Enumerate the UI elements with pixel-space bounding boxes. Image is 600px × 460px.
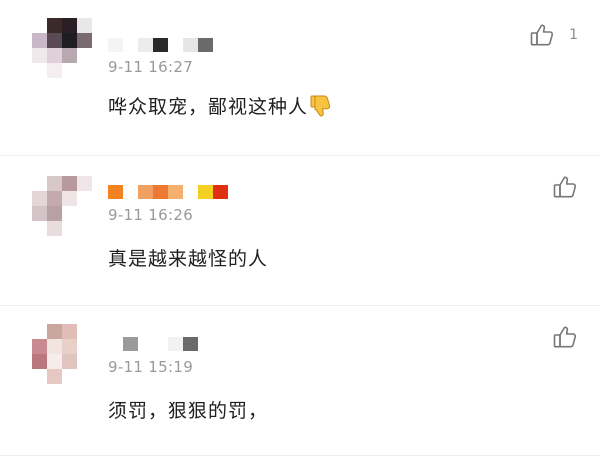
avatar-mosaic-tile xyxy=(62,18,77,33)
comment-text: 真是越来越怪的人 xyxy=(108,248,269,270)
thumbs-down-emoji-icon xyxy=(310,95,331,116)
avatar[interactable] xyxy=(32,18,92,78)
username-mosaic-block xyxy=(168,337,183,351)
like-button[interactable] xyxy=(552,324,578,350)
username-mosaic-block xyxy=(168,38,183,52)
comment-timestamp: 9-11 16:27 xyxy=(108,58,194,76)
avatar-mosaic-tile xyxy=(62,176,77,191)
avatar-mosaic-tile xyxy=(47,48,62,63)
avatar-mosaic-tile xyxy=(62,33,77,48)
avatar-mosaic-tile xyxy=(32,48,47,63)
avatar-mosaic-tile xyxy=(47,33,62,48)
avatar-mosaic-tile xyxy=(47,369,62,384)
username-mosaic-block xyxy=(153,185,168,199)
avatar-mosaic-tile xyxy=(62,48,77,63)
avatar-mosaic-tile xyxy=(77,191,92,206)
username-mosaic-block xyxy=(168,185,183,199)
like-button[interactable]: 1 xyxy=(529,22,578,48)
username-mosaic-block xyxy=(108,38,123,52)
avatar-mosaic-tile xyxy=(62,369,77,384)
avatar-mosaic-tile xyxy=(77,339,92,354)
avatar-mosaic-tile xyxy=(77,33,92,48)
comment-item: 9-11 16:27 哗众取宠，鄙视这种人 1 xyxy=(0,0,600,156)
comment-text-wrap: 哗众取宠，鄙视这种人 xyxy=(108,92,332,119)
comment-timestamp: 9-11 16:26 xyxy=(108,206,194,224)
username-mosaic-block xyxy=(123,185,138,199)
username-redacted[interactable] xyxy=(108,184,228,200)
avatar-mosaic-tile xyxy=(77,324,92,339)
avatar-mosaic-tile xyxy=(47,221,62,236)
comment-text-wrap: 须罚，狠狠的罚， xyxy=(108,396,268,423)
avatar-mosaic-tile xyxy=(62,191,77,206)
avatar-mosaic-tile xyxy=(62,324,77,339)
avatar-mosaic-tile xyxy=(47,18,62,33)
avatar[interactable] xyxy=(32,324,92,384)
thumbs-up-outline-icon xyxy=(553,326,577,348)
avatar-mosaic-tile xyxy=(32,339,47,354)
username-mosaic-block xyxy=(153,38,168,52)
avatar-mosaic-tile xyxy=(47,324,62,339)
comment-item: 9-11 16:26 真是越来越怪的人 xyxy=(0,156,600,306)
thumbs-up-outline-icon xyxy=(553,176,577,198)
username-mosaic-block xyxy=(108,185,123,199)
username-redacted[interactable] xyxy=(108,336,198,352)
username-mosaic-block xyxy=(183,38,198,52)
like-count: 1 xyxy=(569,27,578,43)
avatar-mosaic-tile xyxy=(32,18,47,33)
username-mosaic-block xyxy=(123,337,138,351)
username-mosaic-block xyxy=(108,337,123,351)
avatar-mosaic-tile xyxy=(77,48,92,63)
avatar-mosaic-tile xyxy=(77,369,92,384)
avatar-mosaic-tile xyxy=(32,221,47,236)
comment-timestamp: 9-11 15:19 xyxy=(108,358,194,376)
username-mosaic-block xyxy=(153,337,168,351)
username-mosaic-block xyxy=(138,185,153,199)
avatar-mosaic-tile xyxy=(62,206,77,221)
avatar-mosaic-tile xyxy=(47,354,62,369)
avatar-mosaic-tile xyxy=(32,176,47,191)
avatar-mosaic-tile xyxy=(32,354,47,369)
avatar-mosaic-tile xyxy=(62,339,77,354)
avatar-mosaic-tile xyxy=(32,206,47,221)
avatar-mosaic-tile xyxy=(32,63,47,78)
username-mosaic-block xyxy=(183,185,198,199)
username-mosaic-block xyxy=(123,38,138,52)
like-button[interactable] xyxy=(552,174,578,200)
avatar-mosaic-tile xyxy=(47,191,62,206)
username-mosaic-block xyxy=(198,185,213,199)
avatar-mosaic-tile xyxy=(32,369,47,384)
comment-text-wrap: 真是越来越怪的人 xyxy=(108,244,268,271)
username-mosaic-block xyxy=(213,185,228,199)
avatar-mosaic-tile xyxy=(77,354,92,369)
avatar-mosaic-tile xyxy=(77,18,92,33)
avatar-mosaic-tile xyxy=(62,221,77,236)
username-mosaic-block xyxy=(138,38,153,52)
username-redacted[interactable] xyxy=(108,37,213,53)
avatar-mosaic-tile xyxy=(47,206,62,221)
comment-text: 哗众取宠，鄙视这种人 xyxy=(108,96,309,118)
avatar-mosaic-tile xyxy=(77,176,92,191)
username-mosaic-block xyxy=(198,38,213,52)
comment-text: 须罚，狠狠的罚， xyxy=(108,400,269,422)
avatar-mosaic-tile xyxy=(62,63,77,78)
avatar-mosaic-tile xyxy=(32,324,47,339)
avatar-mosaic-tile xyxy=(77,206,92,221)
thumbs-up-outline-icon xyxy=(530,24,554,46)
avatar[interactable] xyxy=(32,176,92,236)
avatar-mosaic-tile xyxy=(32,191,47,206)
avatar-mosaic-tile xyxy=(47,176,62,191)
avatar-mosaic-tile xyxy=(77,221,92,236)
comment-item: 9-11 15:19 须罚，狠狠的罚， xyxy=(0,306,600,456)
username-mosaic-block xyxy=(183,337,198,351)
avatar-mosaic-tile xyxy=(32,33,47,48)
avatar-mosaic-tile xyxy=(47,339,62,354)
username-mosaic-block xyxy=(138,337,153,351)
avatar-mosaic-tile xyxy=(62,354,77,369)
avatar-mosaic-tile xyxy=(77,63,92,78)
avatar-mosaic-tile xyxy=(47,63,62,78)
